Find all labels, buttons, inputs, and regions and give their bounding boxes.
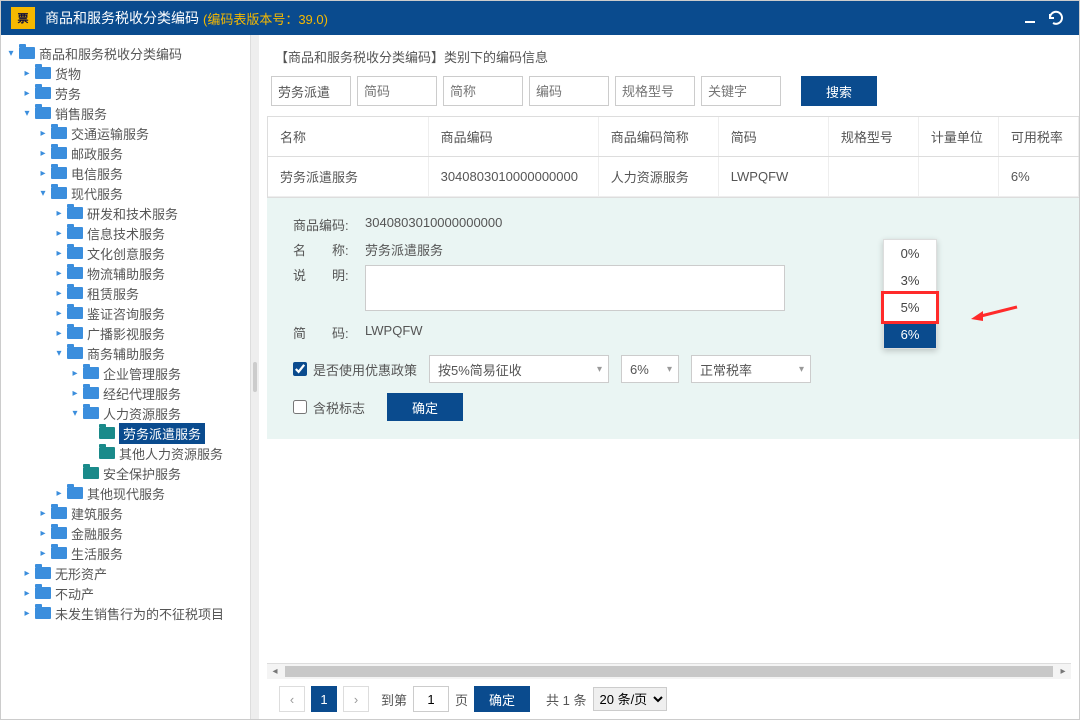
column-header: 可用税率	[998, 117, 1078, 157]
policy-label: 是否使用优惠政策	[313, 360, 417, 379]
rate-select[interactable]: 6%	[621, 355, 679, 383]
window-title: 商品和服务税收分类编码	[45, 8, 199, 28]
description-input[interactable]	[365, 265, 785, 311]
column-header: 计量单位	[918, 117, 998, 157]
page-size-select[interactable]: 20 条/页	[593, 687, 667, 711]
code-label: 商品编码:	[293, 215, 365, 234]
total-count: 共 1 条	[546, 690, 586, 709]
table-cell	[828, 157, 918, 197]
table-cell: LWPQFW	[718, 157, 828, 197]
search-field-5[interactable]	[701, 76, 781, 106]
tree-item[interactable]: 广播影视服务	[5, 323, 246, 343]
search-button[interactable]: 搜索	[801, 76, 877, 106]
main-panel: 【商品和服务税收分类编码】类别下的编码信息 搜索 名称商品编码商品编码简称简码规…	[259, 35, 1079, 719]
table-cell: 3040803010000000000	[428, 157, 598, 197]
tree-item[interactable]: 不动产	[5, 583, 246, 603]
rate-dropdown[interactable]: 0%3%5%6%	[883, 239, 937, 349]
page-1-button[interactable]: 1	[311, 686, 337, 712]
title-bar: 票 商品和服务税收分类编码 (编码表版本号：39.0)	[1, 1, 1079, 35]
version-label: (编码表版本号：39.0)	[203, 9, 328, 28]
tree-item[interactable]: 电信服务	[5, 163, 246, 183]
tree-item[interactable]: 金融服务	[5, 523, 246, 543]
tax-included-checkbox[interactable]	[293, 400, 307, 414]
code-value: 3040803010000000000	[365, 215, 502, 230]
tree-item[interactable]: 现代服务	[5, 183, 246, 203]
search-field-2[interactable]	[443, 76, 523, 106]
goto-page-input[interactable]	[413, 686, 449, 712]
panel-heading: 【商品和服务税收分类编码】类别下的编码信息	[267, 43, 1079, 76]
shortcode-label: 简 码:	[293, 323, 365, 342]
goto-confirm-button[interactable]: 确定	[474, 686, 530, 712]
dropdown-option[interactable]: 3%	[884, 267, 936, 294]
column-header: 商品编码简称	[598, 117, 718, 157]
minimize-button[interactable]	[1017, 5, 1043, 31]
tree-item[interactable]: 货物	[5, 63, 246, 83]
detail-panel: 商品编码: 3040803010000000000 名 称: 劳务派遣服务 说 …	[267, 198, 1079, 439]
horizontal-scrollbar[interactable]: ◂▸	[267, 663, 1071, 679]
dropdown-option[interactable]: 0%	[884, 240, 936, 267]
tree-item[interactable]: 商务辅助服务	[5, 343, 246, 363]
tree-item[interactable]: 销售服务	[5, 103, 246, 123]
tree-item[interactable]: 租赁服务	[5, 283, 246, 303]
tree-item[interactable]: 安全保护服务	[5, 463, 246, 483]
category-tree[interactable]: 商品和服务税收分类编码货物劳务销售服务交通运输服务邮政服务电信服务现代服务研发和…	[1, 35, 251, 719]
tree-item[interactable]: 无形资产	[5, 563, 246, 583]
tree-item[interactable]: 其他现代服务	[5, 483, 246, 503]
search-field-3[interactable]	[529, 76, 609, 106]
table-cell	[918, 157, 998, 197]
status-select[interactable]: 正常税率	[691, 355, 811, 383]
policy-checkbox[interactable]	[293, 362, 307, 376]
dropdown-option[interactable]: 6%	[884, 321, 936, 348]
desc-label: 说 明:	[293, 265, 365, 284]
goto-page-unit: 页	[455, 690, 468, 709]
tree-item[interactable]: 鉴证咨询服务	[5, 303, 246, 323]
tree-item[interactable]: 劳务派遣服务	[5, 423, 246, 443]
name-value: 劳务派遣服务	[365, 240, 443, 259]
tree-item[interactable]: 其他人力资源服务	[5, 443, 246, 463]
next-page-button[interactable]: ›	[343, 686, 369, 712]
table-cell: 6%	[998, 157, 1078, 197]
column-header: 商品编码	[428, 117, 598, 157]
back-button[interactable]	[1043, 5, 1069, 31]
column-header: 简码	[718, 117, 828, 157]
goto-label: 到第	[381, 690, 407, 709]
tree-item[interactable]: 邮政服务	[5, 143, 246, 163]
search-field-4[interactable]	[615, 76, 695, 106]
search-row: 搜索	[267, 76, 1079, 116]
tree-item[interactable]: 生活服务	[5, 543, 246, 563]
prev-page-button[interactable]: ‹	[279, 686, 305, 712]
app-icon: 票	[11, 7, 35, 29]
tree-item[interactable]: 交通运输服务	[5, 123, 246, 143]
policy-select[interactable]: 按5%简易征收	[429, 355, 609, 383]
table-cell: 劳务派遣服务	[268, 157, 428, 197]
shortcode-value: LWPQFW	[365, 323, 423, 338]
tree-item[interactable]: 企业管理服务	[5, 363, 246, 383]
name-label: 名 称:	[293, 240, 365, 259]
dropdown-option[interactable]: 5%	[884, 294, 936, 321]
tree-item[interactable]: 研发和技术服务	[5, 203, 246, 223]
splitter[interactable]	[251, 35, 259, 719]
table-row[interactable]: 劳务派遣服务3040803010000000000人力资源服务LWPQFW 6%	[268, 157, 1079, 197]
table-cell: 人力资源服务	[598, 157, 718, 197]
tree-item[interactable]: 经纪代理服务	[5, 383, 246, 403]
tree-item[interactable]: 物流辅助服务	[5, 263, 246, 283]
search-field-0[interactable]	[271, 76, 351, 106]
column-header: 规格型号	[828, 117, 918, 157]
search-field-1[interactable]	[357, 76, 437, 106]
tax-included-label: 含税标志	[313, 398, 365, 417]
tree-item[interactable]: 信息技术服务	[5, 223, 246, 243]
confirm-button[interactable]: 确定	[387, 393, 463, 421]
tree-item[interactable]: 商品和服务税收分类编码	[5, 43, 246, 63]
tree-item[interactable]: 未发生销售行为的不征税项目	[5, 603, 246, 623]
column-header: 名称	[268, 117, 428, 157]
tree-item[interactable]: 文化创意服务	[5, 243, 246, 263]
tree-item[interactable]: 建筑服务	[5, 503, 246, 523]
pager: ‹ 1 › 到第 页 确定 共 1 条 20 条/页	[267, 679, 1079, 719]
tree-item[interactable]: 人力资源服务	[5, 403, 246, 423]
tree-item[interactable]: 劳务	[5, 83, 246, 103]
results-table: 名称商品编码商品编码简称简码规格型号计量单位可用税率 劳务派遣服务3040803…	[267, 116, 1079, 198]
